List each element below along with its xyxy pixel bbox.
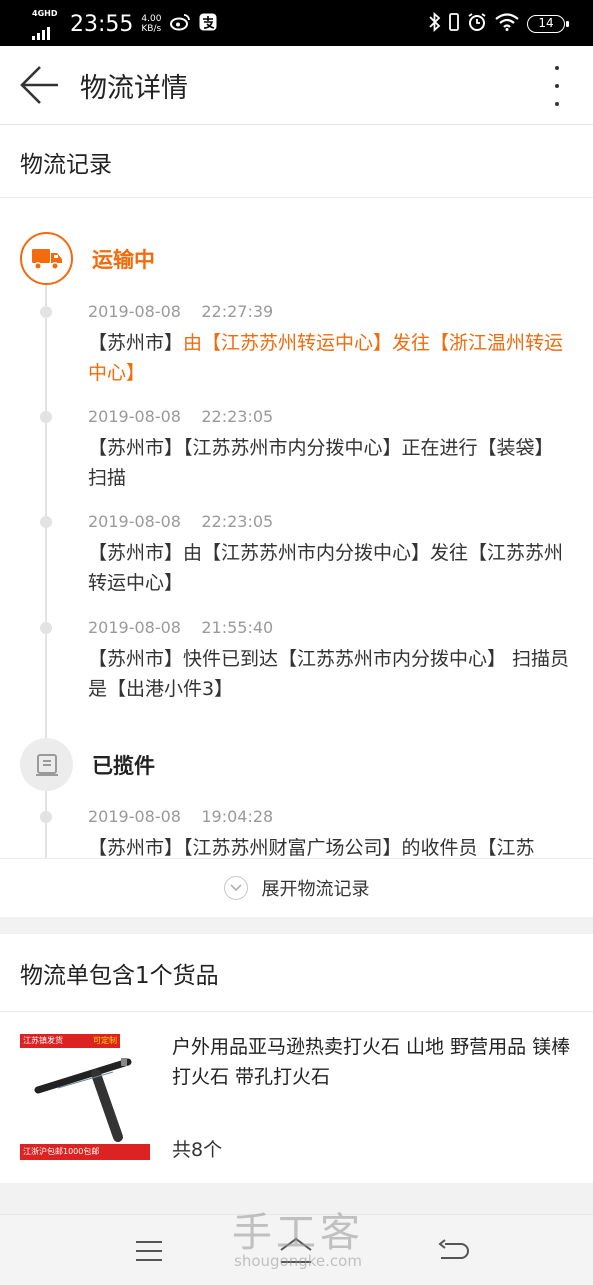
event-description: 【苏州市】【江苏苏州财富广场公司】的收件员【江苏	[88, 837, 535, 858]
event-description: 【苏州市】由【江苏苏州转运中心】发往【浙江温州转运中心】	[88, 328, 572, 388]
goods-card: 物流单包含1个货品 江苏镇发货 可定制 江浙沪包邮1000包邮 户外用品亚马逊热…	[0, 934, 593, 1183]
event-time: 2019-08-08 22:27:39	[88, 302, 274, 321]
more-dot-icon	[555, 84, 559, 88]
product-quantity: 共8个	[172, 1139, 223, 1161]
status-label: 已揽件	[92, 754, 155, 778]
status-circle-picked-up	[20, 738, 73, 791]
product-image-tag: 江浙沪包邮1000包邮	[20, 1144, 150, 1160]
return-button[interactable]	[435, 1233, 471, 1269]
weibo-icon	[169, 13, 191, 35]
wifi-icon	[495, 13, 519, 35]
goods-title: 物流单包含1个货品	[20, 963, 219, 989]
timeline-dot	[40, 411, 52, 423]
event-time: 2019-08-08 19:04:28	[88, 807, 274, 826]
event-description: 【苏州市】【江苏苏州市内分拨中心】正在进行【装袋】扫描	[88, 437, 554, 489]
status-label: 运输中	[92, 248, 155, 272]
battery-indicator: 14	[527, 15, 569, 33]
expand-label: 展开物流记录	[261, 879, 370, 900]
arrow-left-icon	[20, 66, 58, 104]
clock: 23:55	[70, 11, 134, 37]
net-speed-unit: KB/s	[141, 24, 162, 34]
event-time: 2019-08-08 22:23:05	[88, 512, 274, 531]
page-title: 物流详情	[80, 73, 188, 104]
net-speed-value: 4.00	[141, 14, 162, 24]
status-bar: 4GHD 23:55 4.00 KB/s 14	[0, 0, 593, 46]
alarm-icon	[467, 12, 487, 36]
more-dot-icon	[555, 66, 559, 70]
product-image[interactable]: 江苏镇发货 可定制 江浙沪包邮1000包邮	[18, 1032, 152, 1166]
timeline-line	[45, 790, 47, 858]
net-speed: 4.00 KB/s	[141, 14, 161, 34]
event-city: 【苏州市】	[88, 332, 184, 354]
watermark-logo: 手工客	[232, 1210, 364, 1256]
truck-icon	[31, 248, 62, 270]
event-time: 2019-08-08 22:23:05	[88, 407, 274, 426]
network-type: 4GHD	[32, 9, 58, 18]
timeline: 运输中 2019-08-08 22:27:39 【苏州市】由【江苏苏州转运中心】…	[0, 198, 593, 858]
section-title-logistics: 物流记录	[20, 152, 112, 178]
timeline-dot	[40, 622, 52, 634]
menu-button[interactable]	[131, 1233, 167, 1269]
timeline-dot	[40, 516, 52, 528]
watermark-url: shougongke.com	[234, 1252, 362, 1270]
back-button[interactable]	[18, 64, 60, 106]
product-name[interactable]: 户外用品亚马逊热卖打火石 山地 野营用品 镁棒打火石 带孔打火石	[172, 1032, 572, 1092]
chevron-down-icon	[223, 876, 248, 900]
menu-icon	[136, 1241, 162, 1261]
bluetooth-icon	[429, 11, 441, 36]
event-description: 【苏州市】由【江苏苏州市内分拨中心】发往【江苏苏州转运中心】	[88, 542, 564, 594]
expand-logistics-button[interactable]: 展开物流记录	[0, 858, 593, 917]
return-icon	[438, 1239, 469, 1259]
logistics-card: 物流记录 运输中 2019-08-08 22:27:39 【苏州市】由【江苏苏州…	[0, 125, 593, 917]
timeline-dot	[40, 811, 52, 823]
status-circle-in-transit	[20, 232, 73, 285]
more-dot-icon	[555, 102, 559, 106]
divider	[0, 1011, 593, 1012]
event-time: 2019-08-08 21:55:40	[88, 618, 274, 637]
watermark: 手工客 shougongke.com	[228, 1210, 368, 1270]
more-button[interactable]	[549, 66, 565, 106]
timeline-dot	[40, 306, 52, 318]
package-icon	[35, 753, 58, 776]
event-description: 【苏州市】快件已到达【江苏苏州市内分拨中心】 扫描员是【出港小件3】	[88, 648, 570, 700]
signal-icon	[32, 26, 60, 40]
app-header: 物流详情	[0, 46, 593, 125]
vibrate-icon	[449, 12, 459, 36]
alipay-icon	[199, 13, 217, 35]
